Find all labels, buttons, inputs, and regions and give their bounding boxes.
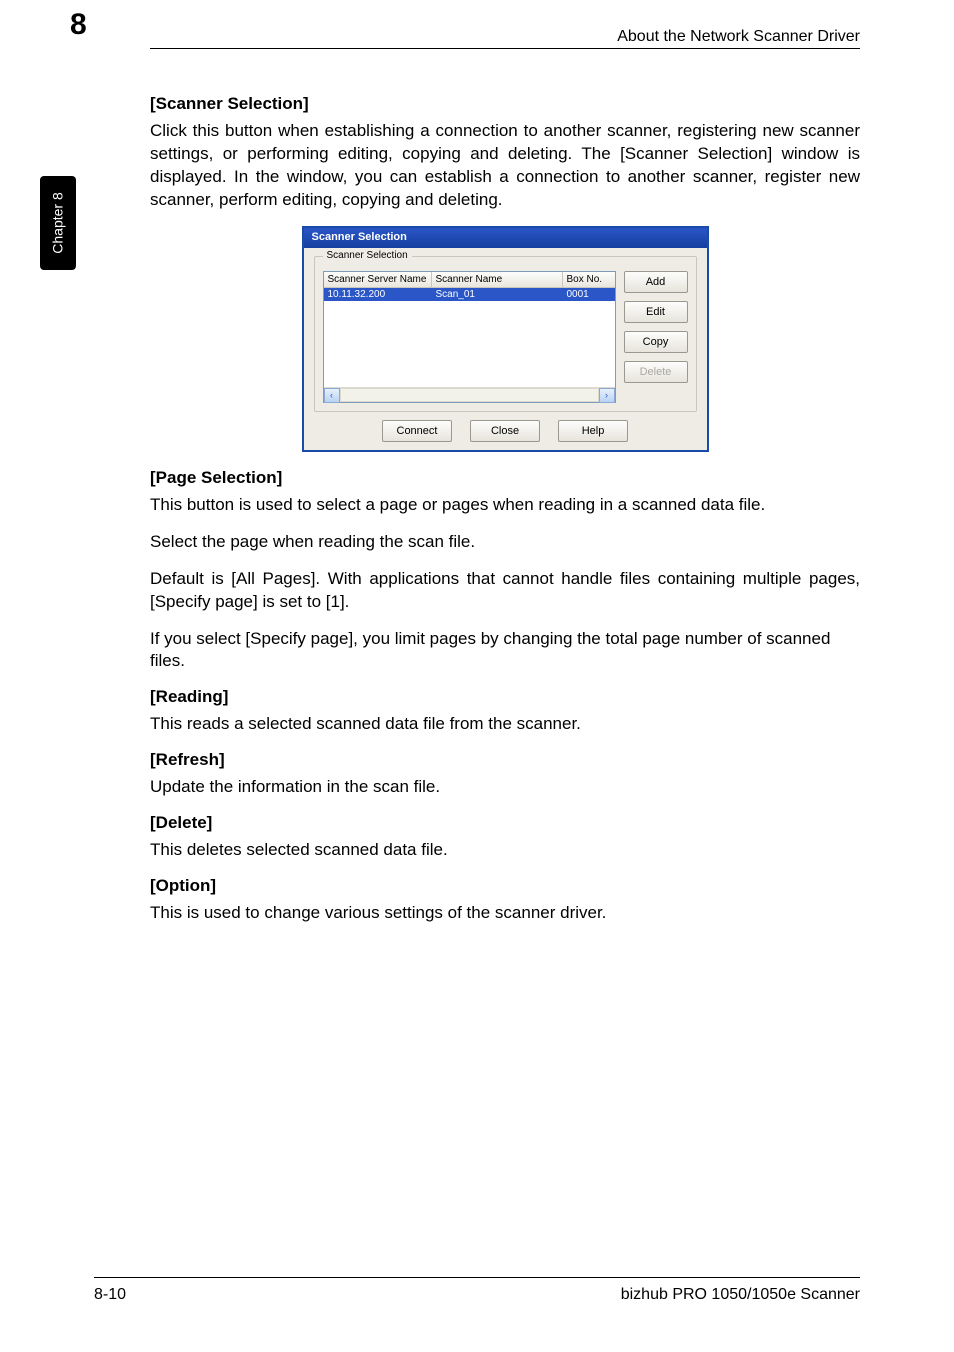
para-page-selection-1: This button is used to select a page or … (150, 494, 860, 517)
list-header: Scanner Server Name Scanner Name Box No. (324, 272, 615, 288)
scanner-selection-dialog: Scanner Selection Scanner Selection Scan… (302, 226, 709, 452)
add-button[interactable]: Add (624, 271, 688, 293)
para-refresh: Update the information in the scan file. (150, 776, 860, 799)
heading-scanner-selection: [Scanner Selection] (150, 94, 860, 114)
para-scanner-selection: Click this button when establishing a co… (150, 120, 860, 212)
cell-scanner-name: Scan_01 (432, 288, 563, 301)
copy-button[interactable]: Copy (624, 331, 688, 353)
dialog-bottom-buttons: Connect Close Help (314, 420, 697, 442)
para-page-selection-4: If you select [Specify page], you limit … (150, 628, 860, 674)
para-option: This is used to change various settings … (150, 902, 860, 925)
delete-button[interactable]: Delete (624, 361, 688, 383)
para-reading: This reads a selected scanned data file … (150, 713, 860, 736)
footer-product: bizhub PRO 1050/1050e Scanner (621, 1286, 860, 1304)
scanner-list[interactable]: Scanner Server Name Scanner Name Box No.… (323, 271, 616, 403)
heading-reading: [Reading] (150, 687, 860, 707)
side-buttons: Add Edit Copy Delete (624, 271, 688, 383)
dialog-body: Scanner Selection Scanner Server Name Sc… (304, 248, 707, 450)
heading-page-selection: [Page Selection] (150, 468, 860, 488)
col-scanner-name[interactable]: Scanner Name (432, 272, 563, 287)
col-box-no[interactable]: Box No. (563, 272, 615, 287)
col-scanner-server-name[interactable]: Scanner Server Name (324, 272, 432, 287)
scroll-left-button[interactable]: ‹ (324, 388, 340, 403)
heading-refresh: [Refresh] (150, 750, 860, 770)
content-area: [Scanner Selection] Click this button wh… (150, 84, 860, 939)
side-tab: Chapter 8 (40, 176, 76, 270)
para-delete: This deletes selected scanned data file. (150, 839, 860, 862)
cell-server-name: 10.11.32.200 (324, 288, 432, 301)
side-label: About the Network Scanner Driver (50, 288, 70, 648)
header-rule (150, 48, 860, 49)
heading-option: [Option] (150, 876, 860, 896)
footer-rule (94, 1277, 860, 1278)
scroll-track[interactable] (340, 388, 599, 402)
chapter-number: 8 (70, 8, 87, 42)
side-tab-label: Chapter 8 (50, 192, 66, 253)
dialog-container: Scanner Selection Scanner Selection Scan… (150, 226, 860, 452)
cell-box-no: 0001 (563, 288, 615, 301)
dialog-titlebar: Scanner Selection (304, 226, 707, 248)
header-title: About the Network Scanner Driver (617, 28, 860, 46)
help-button[interactable]: Help (558, 420, 628, 442)
list-item[interactable]: 10.11.32.200 Scan_01 0001 (324, 288, 615, 301)
edit-button[interactable]: Edit (624, 301, 688, 323)
connect-button[interactable]: Connect (382, 420, 452, 442)
dialog-main-row: Scanner Server Name Scanner Name Box No.… (323, 271, 688, 403)
groupbox-label: Scanner Selection (323, 250, 412, 261)
dialog-groupbox: Scanner Selection Scanner Server Name Sc… (314, 256, 697, 412)
scroll-right-button[interactable]: › (599, 388, 615, 403)
footer-page-number: 8-10 (94, 1286, 126, 1304)
para-page-selection-2: Select the page when reading the scan fi… (150, 531, 860, 554)
close-button[interactable]: Close (470, 420, 540, 442)
list-body: 10.11.32.200 Scan_01 0001 (324, 288, 615, 387)
para-page-selection-3: Default is [All Pages]. With application… (150, 568, 860, 614)
horizontal-scrollbar[interactable]: ‹ › (324, 387, 615, 402)
page: 8 About the Network Scanner Driver Chapt… (0, 0, 954, 1352)
heading-delete: [Delete] (150, 813, 860, 833)
